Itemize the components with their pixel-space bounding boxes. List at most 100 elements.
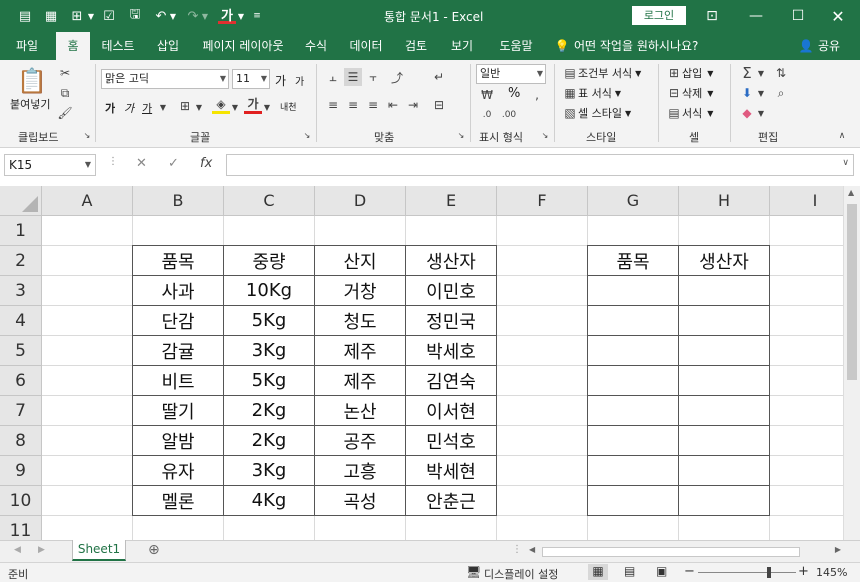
table-cell[interactable]: 공주 [315, 426, 406, 456]
delete-cells-button[interactable]: ⊟ 삭제 ▼ [666, 85, 713, 101]
cell[interactable] [497, 396, 588, 426]
table-cell[interactable]: 안춘근 [406, 486, 497, 516]
share-button[interactable]: 공유 [816, 32, 842, 60]
align-center-icon[interactable]: ≡ [344, 96, 362, 114]
column-header-g[interactable]: G [588, 186, 679, 216]
cell[interactable] [42, 366, 133, 396]
minimize-icon[interactable]: — [734, 0, 778, 32]
enter-icon[interactable]: ✓ [168, 156, 179, 171]
insert-function-icon[interactable]: fx [200, 156, 212, 171]
sheet-tab-sheet1[interactable]: Sheet1 [72, 540, 126, 561]
cell[interactable] [770, 486, 843, 516]
cell[interactable] [497, 276, 588, 306]
cell[interactable] [42, 306, 133, 336]
table-cell[interactable]: 박세현 [406, 456, 497, 486]
cell-styles-button[interactable]: ▧ 셀 스타일 ▼ [562, 105, 631, 121]
row-header-1[interactable]: 1 [0, 216, 42, 246]
table-cell[interactable]: 딸기 [133, 396, 224, 426]
row-header-11[interactable]: 11 [0, 516, 42, 540]
cell[interactable] [770, 456, 843, 486]
table-cell[interactable]: 제주 [315, 366, 406, 396]
dialog-launcher-icon[interactable]: ↘ [302, 130, 312, 140]
table-cell[interactable]: 5Kg [224, 306, 315, 336]
column-header-e[interactable]: E [406, 186, 497, 216]
cell[interactable] [315, 516, 406, 540]
currency-icon[interactable]: ₩ [478, 86, 496, 104]
cell[interactable] [42, 426, 133, 456]
cell[interactable] [679, 486, 770, 516]
undo-dropdown-icon[interactable]: ▼ [168, 7, 178, 25]
tab-view[interactable]: 보기 [444, 32, 480, 60]
column-header-h[interactable]: H [679, 186, 770, 216]
add-sheet-icon[interactable]: ⊕ [148, 542, 160, 558]
autosave-icon[interactable]: ▤ [16, 7, 34, 25]
cell[interactable] [679, 276, 770, 306]
cell[interactable] [42, 516, 133, 540]
conditional-formatting-button[interactable]: ▤ 조건부 서식 ▼ [562, 65, 641, 81]
tab-formulas[interactable]: 수식 [298, 32, 334, 60]
dialog-launcher-icon[interactable]: ↘ [540, 130, 550, 140]
table-cell[interactable]: 5Kg [224, 366, 315, 396]
cell[interactable] [770, 246, 843, 276]
autosum-icon[interactable]: Σ [738, 64, 756, 82]
font-color-icon[interactable]: 가 [244, 96, 262, 114]
column-header-f[interactable]: F [497, 186, 588, 216]
font-size-select[interactable]: 11 ▼ [232, 69, 270, 89]
tab-page-layout[interactable]: 페이지 레이아웃 [196, 32, 290, 60]
zoom-out-icon[interactable]: − [684, 564, 695, 579]
page-break-view-icon[interactable]: ▣ [656, 564, 667, 578]
font-color-dropdown-icon[interactable]: ▼ [262, 98, 272, 116]
chevron-down-icon[interactable]: ▼ [86, 7, 96, 25]
cell[interactable] [42, 246, 133, 276]
collapse-ribbon-icon[interactable]: ∧ [836, 130, 848, 142]
display-settings-icon[interactable]: 🖥 [466, 565, 481, 579]
copy-icon[interactable]: ⧉ [56, 84, 74, 102]
cell[interactable] [42, 276, 133, 306]
wrap-text-icon[interactable]: ↵ [430, 68, 448, 86]
table-cell[interactable]: 2Kg [224, 396, 315, 426]
borders-icon[interactable]: ⊞ [176, 97, 194, 115]
table-cell[interactable]: 4Kg [224, 486, 315, 516]
cell[interactable] [497, 486, 588, 516]
chevron-down-icon[interactable]: ∨ [842, 158, 849, 168]
table-header-cell[interactable]: 품목 [588, 246, 679, 276]
cell[interactable] [497, 516, 588, 540]
table-header-cell[interactable]: 품목 [133, 246, 224, 276]
align-left-icon[interactable]: ≡ [324, 96, 342, 114]
column-header-d[interactable]: D [315, 186, 406, 216]
table-header-cell[interactable]: 산지 [315, 246, 406, 276]
row-header-2[interactable]: 2 [0, 246, 42, 276]
fill-icon[interactable]: ⬇ [738, 84, 756, 102]
cell[interactable] [588, 216, 679, 246]
cell[interactable] [497, 366, 588, 396]
row-header-4[interactable]: 4 [0, 306, 42, 336]
tell-me-search[interactable]: 어떤 작업을 원하시나요? [574, 32, 714, 60]
align-bottom-icon[interactable]: ⫟ [364, 68, 382, 86]
cell[interactable] [497, 336, 588, 366]
page-layout-view-icon[interactable]: ▤ [624, 564, 635, 578]
row-header-10[interactable]: 10 [0, 486, 42, 516]
cell[interactable] [497, 246, 588, 276]
cut-icon[interactable]: ✂ [56, 64, 74, 82]
dialog-launcher-icon[interactable]: ↘ [82, 130, 92, 140]
select-all-button[interactable] [0, 186, 42, 216]
shrink-font-button[interactable]: 가 [295, 73, 304, 88]
table-cell[interactable]: 김연숙 [406, 366, 497, 396]
sort-filter-icon[interactable]: ⇅ [772, 64, 790, 82]
phonetic-button[interactable]: 내천 [280, 100, 297, 113]
table-cell[interactable]: 단감 [133, 306, 224, 336]
format-cells-button[interactable]: ▤ 서식 ▼ [666, 105, 713, 121]
table-header-cell[interactable]: 생산자 [406, 246, 497, 276]
table-cell[interactable]: 알밤 [133, 426, 224, 456]
cell[interactable] [770, 306, 843, 336]
row-header-9[interactable]: 9 [0, 456, 42, 486]
table-cell[interactable]: 이서현 [406, 396, 497, 426]
cell[interactable] [497, 216, 588, 246]
tab-data[interactable]: 데이터 [342, 32, 390, 60]
cell[interactable] [679, 516, 770, 540]
cell[interactable] [406, 516, 497, 540]
paste-button[interactable]: 붙여넣기 [10, 96, 50, 112]
cell[interactable] [315, 216, 406, 246]
table-cell[interactable]: 박세호 [406, 336, 497, 366]
decrease-indent-icon[interactable]: ⇤ [384, 96, 402, 114]
